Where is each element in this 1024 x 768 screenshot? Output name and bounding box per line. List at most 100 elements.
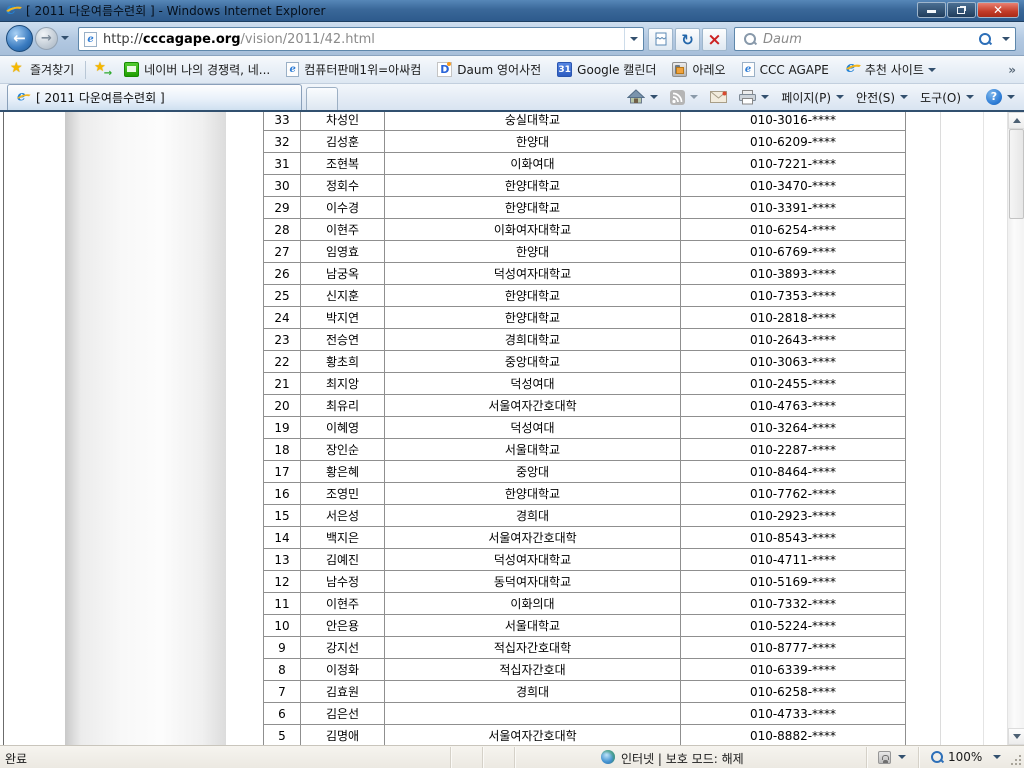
chevron-down-icon	[1002, 37, 1010, 41]
scrollbar-thumb[interactable]	[1009, 129, 1024, 219]
page-menu-button[interactable]: 페이지(P)	[776, 86, 849, 108]
table-row: 32김성훈한양대010-6209-****	[264, 131, 906, 153]
minimize-icon	[927, 10, 936, 13]
favorites-label: 즐겨찾기	[30, 61, 74, 78]
cell-phone: 010-6769-****	[681, 241, 906, 263]
restore-button[interactable]	[947, 2, 976, 18]
cell-phone: 010-5224-****	[681, 615, 906, 637]
favorites-star-icon	[10, 62, 26, 78]
tab-bar: [ 2011 다운여름수련회 ] 페이지(P)	[0, 84, 1024, 112]
restore-icon	[957, 7, 965, 14]
security-status-icon[interactable]	[878, 751, 891, 764]
cell-name: 황초희	[301, 351, 385, 373]
arrow-up-icon	[1013, 118, 1021, 123]
help-menu-button[interactable]: ?	[981, 86, 1020, 108]
feeds-button[interactable]	[665, 86, 703, 108]
history-dropdown-icon[interactable]	[61, 36, 69, 40]
favorites-item[interactable]: CCC AGAPE	[734, 59, 837, 81]
cell-phone: 010-4733-****	[681, 703, 906, 725]
favorites-item[interactable]: Google 캘린더	[549, 59, 664, 81]
read-mail-button[interactable]	[705, 86, 732, 108]
cell-no: 7	[264, 681, 301, 703]
cell-no: 11	[264, 593, 301, 615]
refresh-button[interactable]: ↻	[675, 28, 700, 51]
ie-logo-icon	[845, 62, 860, 77]
table-row: 26남궁옥덕성여자대학교010-3893-****	[264, 263, 906, 285]
favorites-button[interactable]: 즐겨찾기	[3, 59, 81, 81]
tools-menu-button[interactable]: 도구(O)	[915, 86, 979, 108]
table-row: 25신지훈한양대학교010-7353-****	[264, 285, 906, 307]
cell-school: 한양대학교	[385, 307, 681, 329]
favorites-item[interactable]: 컴퓨터판매1위=아싸컴	[278, 59, 429, 81]
cell-phone: 010-6254-****	[681, 219, 906, 241]
add-to-favorites-bar-button[interactable]	[90, 59, 116, 81]
stop-button[interactable]: ×	[702, 28, 727, 51]
table-row: 16조영민한양대학교010-7762-****	[264, 483, 906, 505]
vertical-scrollbar[interactable]	[1007, 112, 1024, 745]
cell-no: 30	[264, 175, 301, 197]
table-row: 11이현주이화의대010-7332-****	[264, 593, 906, 615]
cell-school: 경희대	[385, 681, 681, 703]
naver-icon	[124, 62, 139, 77]
compatibility-view-button[interactable]	[648, 28, 673, 51]
table-row: 17황은혜중앙대010-8464-****	[264, 461, 906, 483]
zoom-level[interactable]: 100%	[948, 750, 982, 764]
favorites-overflow-chevron[interactable]: »	[1000, 63, 1024, 77]
cell-phone: 010-3016-****	[681, 112, 906, 131]
minimize-button[interactable]	[917, 2, 946, 18]
chevron-down-icon[interactable]	[993, 755, 1001, 759]
cell-school: 덕성여대	[385, 373, 681, 395]
cell-phone: 010-4763-****	[681, 395, 906, 417]
address-dropdown-button[interactable]	[624, 28, 643, 50]
home-button[interactable]	[622, 86, 663, 108]
cell-school: 경희대	[385, 505, 681, 527]
cell-name: 이현주	[301, 593, 385, 615]
favorites-item[interactable]: 네이버 나의 경쟁력, 네...	[116, 59, 278, 81]
safety-menu-button[interactable]: 안전(S)	[851, 86, 913, 108]
cell-phone: 010-2923-****	[681, 505, 906, 527]
table-row: 27임영효한양대010-6769-****	[264, 241, 906, 263]
favorites-item[interactable]: 아레오	[664, 59, 733, 81]
page-icon	[84, 32, 97, 47]
print-button[interactable]	[734, 86, 774, 108]
divider	[983, 112, 984, 745]
tab-active[interactable]: [ 2011 다운여름수련회 ]	[7, 84, 302, 110]
favorites-item[interactable]: 추천 사이트	[837, 59, 944, 81]
new-tab-button[interactable]	[306, 87, 338, 110]
search-go-button[interactable]	[973, 28, 997, 50]
resize-grip[interactable]	[1009, 753, 1021, 765]
cell-school: 숭실대학교	[385, 112, 681, 131]
favorites-item[interactable]: Daum 영어사전	[429, 59, 549, 81]
cell-name: 안은용	[301, 615, 385, 637]
attendee-table: 33차성인숭실대학교010-3016-****32김성훈한양대010-6209-…	[263, 112, 906, 745]
cell-no: 6	[264, 703, 301, 725]
cell-school: 동덕여자대학교	[385, 571, 681, 593]
printer-icon	[739, 90, 756, 105]
internet-zone-icon	[601, 750, 615, 764]
cell-phone: 010-6258-****	[681, 681, 906, 703]
scroll-down-button[interactable]	[1008, 728, 1024, 745]
magnifier-icon	[978, 32, 992, 46]
cell-no: 21	[264, 373, 301, 395]
cell-school: 한양대	[385, 241, 681, 263]
favorites-items: 네이버 나의 경쟁력, 네...컴퓨터판매1위=아싸컴Daum 영어사전Goog…	[116, 59, 1000, 81]
separator	[85, 61, 86, 79]
address-bar[interactable]: http://cccagape.org/vision/2011/42.html	[78, 27, 644, 51]
chevron-down-icon	[900, 95, 908, 99]
cell-phone: 010-7332-****	[681, 593, 906, 615]
cell-phone: 010-3470-****	[681, 175, 906, 197]
close-button[interactable]: ✕	[977, 2, 1019, 18]
back-button[interactable]: ←	[6, 25, 33, 52]
search-box[interactable]: Daum	[734, 27, 1016, 51]
scroll-up-button[interactable]	[1008, 112, 1024, 129]
cell-name: 남수정	[301, 571, 385, 593]
chevron-down-icon[interactable]	[898, 755, 906, 759]
stop-icon: ×	[707, 31, 721, 49]
search-dropdown-button[interactable]	[997, 28, 1015, 50]
forward-button[interactable]: →	[35, 27, 58, 50]
cell-no: 10	[264, 615, 301, 637]
cell-no: 29	[264, 197, 301, 219]
cell-school: 적십자간호대학	[385, 637, 681, 659]
tools-menu-label: 도구(O)	[920, 89, 961, 106]
cell-school: 중앙대학교	[385, 351, 681, 373]
